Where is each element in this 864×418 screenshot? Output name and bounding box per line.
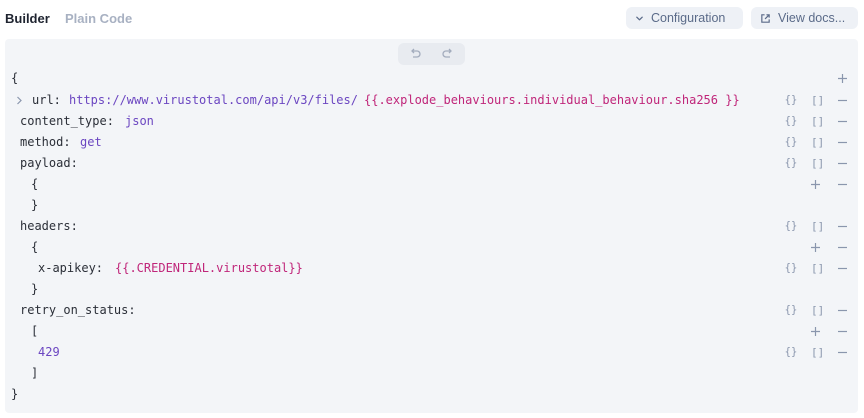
tree-row-retry-close: ]	[5, 363, 858, 384]
configuration-button[interactable]: Configuration	[626, 7, 743, 29]
url-template[interactable]: {{.explode_behaviours.individual_behavio…	[364, 90, 740, 111]
minus-icon[interactable]	[835, 132, 849, 153]
tree-row-retry-item[interactable]: 429 {} []	[5, 342, 858, 363]
retry-open-bracket: [	[31, 324, 39, 338]
payload-open-brace: {	[31, 177, 39, 191]
retry-value[interactable]: 429	[38, 342, 60, 363]
json-builder-panel: { url: https://www.virustotal.com/api/v3…	[5, 39, 858, 413]
json-tree: { url: https://www.virustotal.com/api/v3…	[5, 39, 858, 413]
convert-to-array-button[interactable]: []	[811, 90, 824, 111]
apikey-value[interactable]: {{.CREDENTIAL.virustotal}}	[115, 258, 303, 279]
content-type-value[interactable]: json	[125, 111, 154, 132]
minus-icon[interactable]	[835, 258, 849, 279]
root-open-brace: {	[11, 71, 19, 85]
chevron-right-icon[interactable]	[16, 90, 23, 111]
plus-icon[interactable]	[835, 68, 849, 89]
content-type-key: content_type:	[20, 114, 114, 128]
minus-icon[interactable]	[835, 174, 849, 195]
convert-to-array-button[interactable]: []	[811, 153, 824, 174]
payload-close-brace: }	[31, 198, 39, 212]
convert-to-object-button[interactable]: {}	[782, 153, 800, 174]
external-link-icon	[760, 13, 771, 24]
tree-row-headers-open: {	[5, 237, 858, 258]
convert-to-object-button[interactable]: {}	[782, 216, 800, 237]
retry-close-bracket: ]	[31, 366, 39, 380]
convert-to-object-button[interactable]: {}	[782, 90, 800, 111]
convert-to-object-button[interactable]: {}	[782, 132, 800, 153]
editor-toolbar: Builder Plain Code Configuration View do…	[0, 0, 864, 38]
convert-to-array-button[interactable]: []	[811, 300, 824, 321]
tree-row-root-open: {	[5, 68, 858, 89]
tree-row-method[interactable]: method: get {} []	[5, 132, 858, 153]
apikey-key: x-apikey:	[38, 261, 104, 275]
headers-key: headers:	[20, 219, 78, 233]
method-value[interactable]: get	[80, 132, 102, 153]
url-value[interactable]: https://www.virustotal.com/api/v3/files/	[69, 90, 358, 111]
minus-icon[interactable]	[835, 342, 849, 363]
convert-to-array-button[interactable]: []	[811, 132, 824, 153]
tree-row-retry-open: [	[5, 321, 858, 342]
payload-key: payload:	[20, 156, 78, 170]
plus-icon[interactable]	[808, 237, 822, 258]
minus-icon[interactable]	[835, 321, 849, 342]
convert-to-object-button[interactable]: {}	[782, 111, 800, 132]
tree-row-payload-open: {	[5, 174, 858, 195]
url-key: url:	[32, 93, 61, 107]
root-close-brace: }	[11, 387, 19, 401]
minus-icon[interactable]	[835, 153, 849, 174]
tree-row-payload-close: }	[5, 195, 858, 216]
view-docs-label: View docs...	[778, 11, 846, 25]
minus-icon[interactable]	[835, 111, 849, 132]
plus-icon[interactable]	[808, 174, 822, 195]
headers-close-brace: }	[31, 282, 39, 296]
tree-row-retry-on-status[interactable]: retry_on_status: {} []	[5, 300, 858, 321]
minus-icon[interactable]	[835, 90, 849, 111]
configuration-label: Configuration	[651, 11, 726, 25]
convert-to-array-button[interactable]: []	[811, 258, 824, 279]
minus-icon[interactable]	[835, 216, 849, 237]
minus-icon[interactable]	[835, 300, 849, 321]
convert-to-object-button[interactable]: {}	[782, 342, 800, 363]
tree-row-apikey[interactable]: x-apikey: {{.CREDENTIAL.virustotal}} {} …	[5, 258, 858, 279]
tab-plain-code[interactable]: Plain Code	[65, 11, 132, 26]
minus-icon[interactable]	[835, 237, 849, 258]
method-key: method:	[20, 135, 71, 149]
tree-row-headers-close: }	[5, 279, 858, 300]
tree-row-url[interactable]: url: https://www.virustotal.com/api/v3/f…	[5, 90, 858, 111]
convert-to-array-button[interactable]: []	[811, 342, 824, 363]
tree-row-root-close: }	[5, 384, 858, 405]
convert-to-object-button[interactable]: {}	[782, 258, 800, 279]
view-docs-button[interactable]: View docs...	[751, 7, 858, 29]
chevron-down-icon	[635, 14, 644, 23]
tree-row-content-type[interactable]: content_type: json {} []	[5, 111, 858, 132]
retry-key: retry_on_status:	[20, 303, 136, 317]
convert-to-array-button[interactable]: []	[811, 111, 824, 132]
plus-icon[interactable]	[808, 321, 822, 342]
tab-builder[interactable]: Builder	[5, 11, 50, 26]
headers-open-brace: {	[31, 240, 39, 254]
tree-row-payload[interactable]: payload: {} []	[5, 153, 858, 174]
convert-to-array-button[interactable]: []	[811, 216, 824, 237]
tree-row-headers[interactable]: headers: {} []	[5, 216, 858, 237]
convert-to-object-button[interactable]: {}	[782, 300, 800, 321]
